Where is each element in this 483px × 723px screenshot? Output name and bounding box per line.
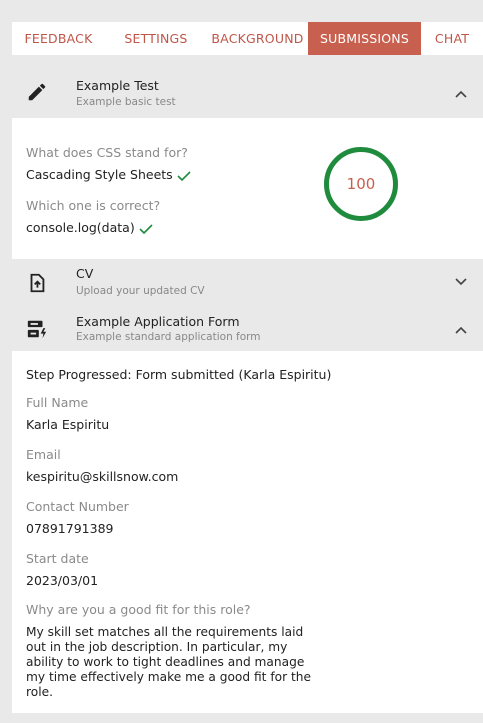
pencil-icon [28,83,46,101]
tab-settings[interactable]: SETTINGS [105,22,207,55]
section-subtitle: Example basic test [76,96,176,108]
tab-submissions[interactable]: SUBMISSIONS [308,22,421,55]
section-subtitle: Example standard application form [76,331,261,343]
upload-file-icon [30,273,45,293]
question-label: Which one is correct? [26,198,161,213]
section-subtitle: Upload your updated CV [76,285,205,297]
field-label: Contact Number [26,499,129,514]
chevron-up-icon[interactable] [455,326,467,334]
field-label: Start date [26,551,89,566]
field-label: Why are you a good fit for this role? [26,602,251,617]
tab-bar: FEEDBACK SETTINGS BACKGROUND SUBMISSIONS… [12,22,483,55]
question-label: What does CSS stand for? [26,145,188,160]
field-value: Karla Espiritu [26,417,110,432]
field-value: 07891791389 [26,521,114,536]
section-title: CV [76,266,94,281]
answer-row: console.log(data) [26,220,153,235]
answer-text: Cascading Style Sheets [26,167,173,182]
example-test-panel: What does CSS stand for? Cascading Style… [12,118,483,259]
step-status: Step Progressed: Form submitted (Karla E… [26,367,332,382]
section-title: Example Test [76,78,159,93]
chevron-down-icon[interactable] [455,278,467,286]
section-header-application-form[interactable]: Example Application Form Example standar… [12,307,483,351]
check-icon [139,223,153,234]
score-circle: 100 [324,147,398,221]
field-value: 2023/03/01 [26,573,99,588]
answer-row: Cascading Style Sheets [26,167,191,182]
chevron-up-icon[interactable] [455,90,467,98]
answer-text: console.log(data) [26,220,135,235]
tab-background[interactable]: BACKGROUND [207,22,308,55]
section-header-cv[interactable]: CV Upload your updated CV [12,259,483,307]
section-header-example-test[interactable]: Example Test Example basic test [12,66,483,118]
form-icon [27,320,47,339]
field-value: kespiritu@skillsnow.com [26,469,179,484]
section-title: Example Application Form [76,314,240,329]
field-label: Email [26,447,61,462]
tab-chat[interactable]: CHAT [421,22,483,55]
check-icon [177,170,191,181]
field-value-paragraph: My skill set matches all the requirement… [26,625,311,699]
field-label: Full Name [26,395,89,410]
application-form-panel: Step Progressed: Form submitted (Karla E… [12,351,483,713]
tab-feedback[interactable]: FEEDBACK [12,22,105,55]
